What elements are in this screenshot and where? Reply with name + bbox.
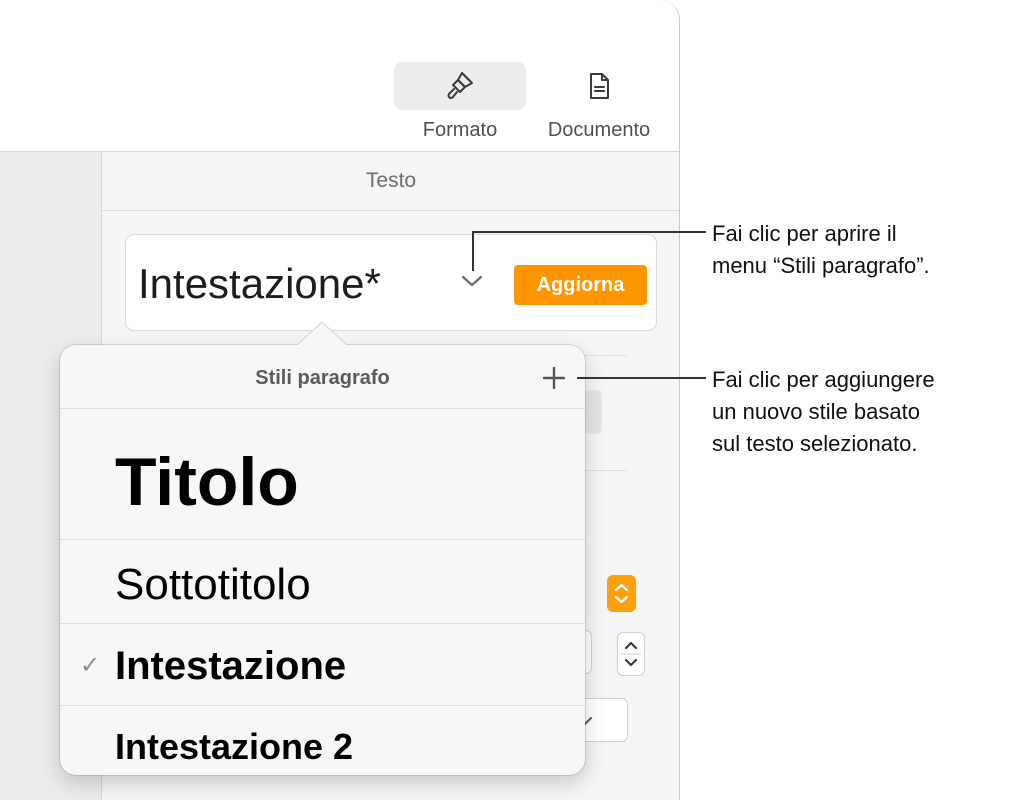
- callout-line-text: Fai clic per aprire il: [712, 221, 897, 246]
- checkmark-icon: ✓: [80, 652, 101, 679]
- section-title[interactable]: Testo: [102, 152, 679, 211]
- update-style-button[interactable]: Aggiorna: [514, 265, 647, 305]
- format-button[interactable]: [394, 62, 526, 110]
- callout-leader: [577, 377, 706, 379]
- style-item-sottotitolo[interactable]: Sottotitolo: [60, 540, 585, 624]
- callout-leader: [472, 231, 474, 271]
- stepper-arrows-icon: [621, 642, 641, 666]
- paragraph-style-name: Intestazione*: [138, 260, 381, 307]
- popover-arrow: [296, 321, 348, 347]
- callout-add: Fai clic per aggiungere un nuovo stile b…: [712, 364, 1012, 460]
- callout-line-text: sul testo selezionato.: [712, 431, 918, 456]
- popover-title: Stili paragrafo: [255, 367, 390, 389]
- size-stepper[interactable]: [617, 632, 645, 676]
- callout-leader: [472, 231, 706, 233]
- up-down-chevron-icon: [614, 583, 629, 604]
- document-button[interactable]: [533, 62, 665, 110]
- callout-line-text: un nuovo stile basato: [712, 399, 920, 424]
- style-item-intestazione[interactable]: ✓ Intestazione: [60, 624, 585, 706]
- style-item-label: Sottotitolo: [115, 560, 311, 609]
- font-popup-button[interactable]: [607, 575, 636, 612]
- paragraph-style-control[interactable]: Intestazione* Aggiorna: [125, 234, 657, 331]
- document-label[interactable]: Documento: [533, 119, 665, 142]
- style-item-intestazione-2[interactable]: Intestazione 2: [60, 706, 585, 775]
- chevron-down-icon[interactable]: [460, 273, 484, 289]
- add-style-plus-icon[interactable]: [543, 367, 565, 389]
- popover-header: Stili paragrafo: [60, 345, 585, 409]
- toolbar: Formato Documento: [0, 0, 679, 152]
- callout-line-text: Fai clic per aggiungere: [712, 367, 935, 392]
- document-icon: [590, 73, 609, 99]
- style-item-label: Intestazione: [115, 644, 347, 688]
- callout-line-text: menu “Stili paragrafo”.: [712, 253, 930, 278]
- style-item-label: Intestazione 2: [115, 726, 354, 767]
- paintbrush-icon: [447, 72, 473, 99]
- style-item-label: Titolo: [115, 444, 299, 520]
- format-label[interactable]: Formato: [394, 119, 526, 142]
- paragraph-styles-popover: Stili paragrafo Titolo Sottotitolo ✓ Int…: [60, 345, 585, 775]
- callout-menu: Fai clic per aprire il menu “Stili parag…: [712, 218, 1012, 282]
- style-item-titolo[interactable]: Titolo: [60, 409, 585, 540]
